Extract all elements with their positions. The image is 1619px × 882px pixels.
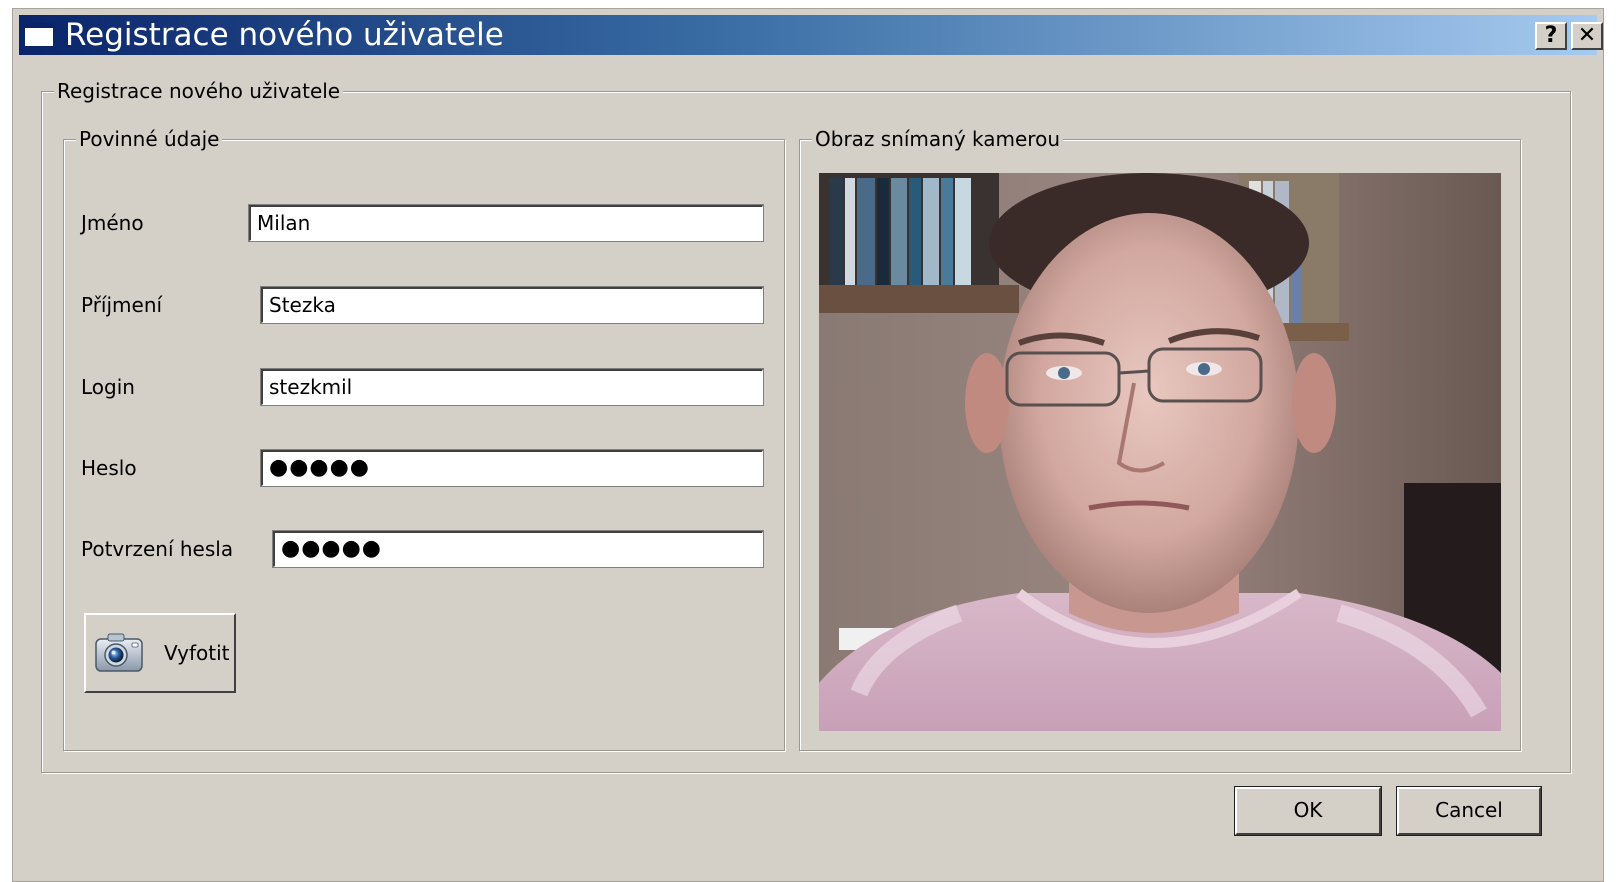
password-label: Heslo — [81, 456, 137, 480]
cancel-button[interactable]: Cancel — [1397, 787, 1541, 835]
password-input[interactable]: ●●●●● — [261, 450, 763, 486]
password-confirm-input[interactable]: ●●●●● — [273, 531, 763, 567]
help-button[interactable]: ? — [1535, 22, 1567, 50]
first-name-label: Jméno — [81, 211, 144, 235]
camera-group-title: Obraz snímaný kamerou — [812, 126, 1063, 152]
login-input[interactable]: stezkmil — [261, 369, 763, 405]
first-name-input[interactable]: Milan — [249, 205, 763, 241]
title-bar[interactable]: Registrace nového uživatele ? ✕ — [19, 15, 1603, 55]
required-fields-title: Povinné údaje — [76, 126, 223, 152]
camera-preview — [819, 173, 1501, 731]
login-label: Login — [81, 375, 135, 399]
registration-dialog: Registrace nového uživatele ? ✕ Registra… — [12, 8, 1604, 882]
window-title: Registrace nového uživatele — [65, 17, 504, 53]
registration-group-title: Registrace nového uživatele — [54, 78, 344, 104]
window-icon — [24, 23, 54, 47]
last-name-input[interactable]: Stezka — [261, 287, 763, 323]
password-confirm-label: Potvrzení hesla — [81, 537, 234, 561]
close-button[interactable]: ✕ — [1571, 22, 1603, 50]
camera-preview-image — [819, 173, 1501, 731]
take-photo-button[interactable]: Vyfotit — [84, 613, 236, 693]
last-name-label: Příjmení — [81, 293, 163, 317]
camera-icon — [95, 633, 143, 672]
take-photo-label: Vyfotit — [164, 641, 230, 665]
ok-button[interactable]: OK — [1235, 787, 1381, 835]
